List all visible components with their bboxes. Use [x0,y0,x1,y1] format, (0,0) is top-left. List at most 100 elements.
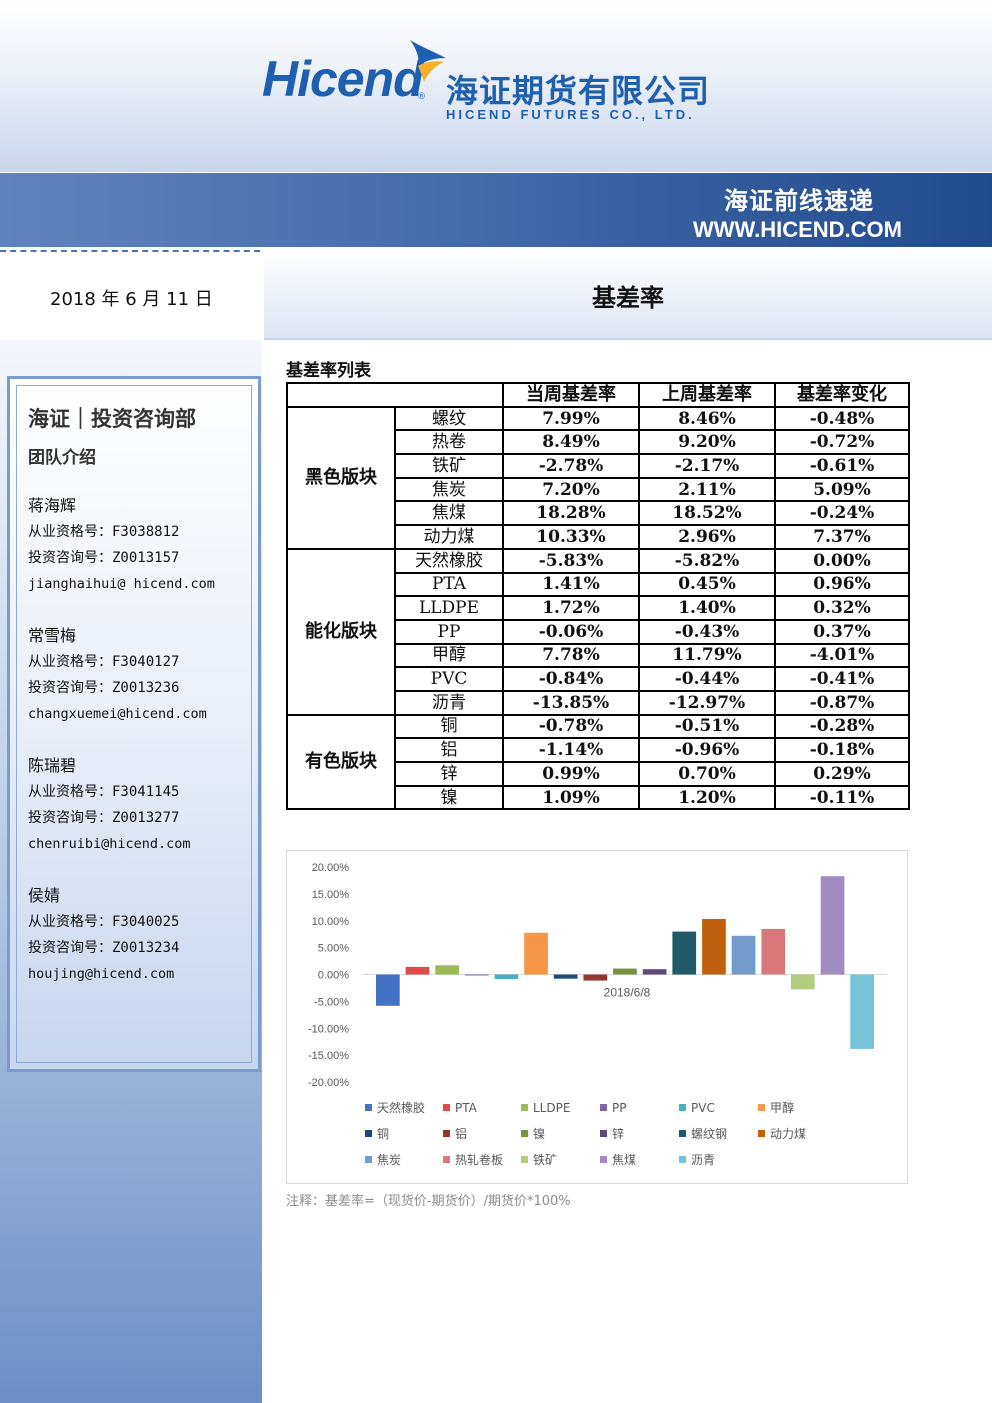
legend-swatch-9 [600,1130,607,1137]
legend-swatch-5 [758,1104,765,1111]
member-email[interactable]: houjing@hicend.com [28,961,179,987]
basis-value: 7.20% [502,476,640,503]
bar-8 [613,968,637,975]
basis-value: 7.37% [774,524,910,550]
legend-label-3: PP [612,1101,626,1115]
team-member: 侯婧 从业资格号：F3040025 投资咨询号：Z0013234 houjing… [28,883,179,987]
basis-value: 0.32% [774,595,910,621]
bar-11 [702,919,726,975]
bar-16 [850,974,874,1049]
basis-value: -0.61% [774,453,910,479]
basis-value: -0.24% [774,500,910,527]
commodity-name: 铝 [394,737,504,763]
legend-label-15: 焦煤 [612,1153,636,1167]
basis-value: 7.78% [502,642,640,669]
basis-value: 7.99% [502,405,640,432]
basis-value: -5.82% [638,547,776,574]
bar-5 [524,932,548,975]
legend-label-2: LLDPE [533,1101,570,1115]
bar-15 [820,876,845,975]
basis-value: 2.11% [638,476,776,503]
group-label: 有色版块 [286,713,396,811]
chart-canvas: 20.00% 15.00% 10.00% 5.00% 0.00% -5.00% -10.00… [308,862,887,1167]
y-tick-label: -15.00% [308,1050,349,1062]
legend-label-13: 热轧卷板 [455,1152,503,1167]
member-license: 从业资格号：F3040127 [28,654,180,670]
column-header: 当周基差率 [502,382,640,408]
member-email[interactable]: changxuemei@hicend.com [28,701,207,727]
basis-value: -0.06% [502,618,640,645]
table-title: 基差率列表 [286,361,371,381]
department-title: 海证｜投资咨询部 [28,407,196,431]
basis-rate-table: 当周基差率 上周基差率 基差率变化 黑色版块 螺纹 7.99% 8.46% -0.48% 热卷 8… [286,382,910,811]
y-tick-label: 10.00% [312,916,350,928]
commodity-name: PP [394,618,504,645]
basis-value: 10.33% [502,524,640,550]
y-tick-label: -20.00% [308,1077,349,1089]
commodity-name: 热卷 [394,429,504,456]
legend-label-10: 螺纹钢 [691,1127,727,1141]
member-license: 从业资格号：F3040025 [28,914,180,930]
member-name: 蒋海辉 [28,496,77,515]
commodity-name: 天然橡胶 [394,547,504,574]
table-row: 有色版块铜 -0.78% -0.51% -0.28% [286,713,910,811]
basis-value: -0.43% [638,618,776,645]
legend-label-1: PTA [455,1101,478,1115]
bar-2 [435,965,459,975]
basis-value: -0.84% [502,666,640,692]
y-tick-label: 5.00% [318,943,349,955]
legend-label-6: 铜 [377,1126,389,1141]
basis-value: -0.28% [774,713,910,740]
legend-swatch-11 [758,1130,765,1137]
basis-value: -12.97% [638,689,776,716]
basis-value: 8.49% [502,429,640,456]
logo-chinese-name: 海证期货有限公司 [446,72,711,110]
basis-value: 18.52% [638,500,776,527]
basis-value: 0.29% [774,761,910,787]
commodity-name: 焦煤 [394,500,504,527]
basis-value: -0.41% [774,666,910,692]
legend-swatch-0 [365,1104,372,1111]
team-panel: 海证｜投资咨询部 团队介绍 蒋海辉 从业资格号：F3038812 投资咨询号：Z… [7,376,261,1072]
commodity-name: 铁矿 [394,453,504,479]
y-tick-label: 20.00% [312,862,350,874]
group-label: 黑色版块 [286,405,396,550]
date-box: 2018 年 6 月 11 日 [0,250,260,342]
commodity-name: 镍 [394,784,504,811]
basis-value: 8.46% [638,405,776,432]
logo-english-name: HICEND FUTURES CO., LTD. [446,107,695,122]
legend-swatch-15 [600,1156,607,1163]
legend-swatch-8 [521,1130,528,1137]
member-license: 从业资格号：F3038812 [28,524,180,540]
member-name: 陈瑞碧 [28,756,77,775]
commodity-name: PTA [394,571,504,598]
legend-swatch-7 [443,1130,450,1137]
member-email[interactable]: chenruibi@hicend.com [28,831,191,857]
basis-value: 5.09% [774,476,910,503]
legend-swatch-14 [521,1156,528,1163]
member-email[interactable]: jianghaihui@ hicend.com [28,571,215,597]
basis-value: 1.72% [502,595,640,621]
basis-value: -0.96% [638,737,776,763]
header-empty-cell [286,382,504,408]
basis-value: 2.96% [638,524,776,550]
commodity-name: LLDPE [394,595,504,621]
legend-swatch-6 [365,1130,372,1137]
column-header: 基差率变化 [774,382,910,408]
page-title: 基差率 [592,284,664,312]
legend-swatch-3 [600,1104,607,1111]
legend-swatch-16 [679,1156,686,1163]
basis-value: -0.51% [638,713,776,740]
basis-value: 11.79% [638,642,776,669]
legend-label-4: PVC [691,1101,715,1115]
bar-1 [405,966,430,975]
member-advisory: 投资咨询号：Z0013236 [28,680,180,696]
basis-value: -0.44% [638,666,776,692]
y-tick-label: -10.00% [308,1023,349,1035]
basis-value: 1.41% [502,571,640,598]
header-area: Hicend ® 海证期货有限公司 HICEND FUTURES CO., LT… [0,0,992,172]
commodity-name: 动力煤 [394,524,504,550]
commodity-name: 沥青 [394,689,504,716]
bar-12 [731,935,756,975]
legend-swatch-2 [521,1104,528,1111]
